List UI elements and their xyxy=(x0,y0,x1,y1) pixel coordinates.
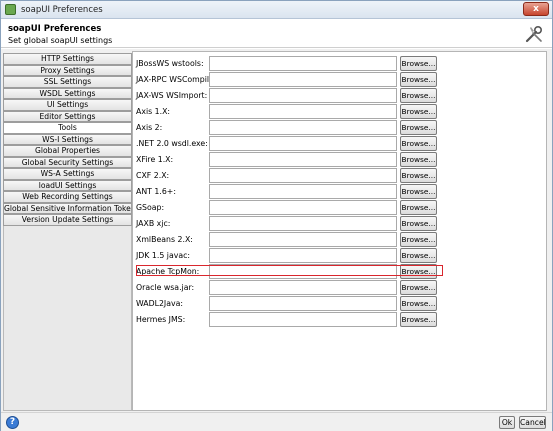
soapui-app-icon xyxy=(5,4,16,15)
sidebar-item-editor-settings[interactable]: Editor Settings xyxy=(3,110,132,122)
sidebar-item-wsdl-settings[interactable]: WSDL Settings xyxy=(3,87,132,99)
tool-path-field[interactable] xyxy=(209,72,397,87)
tool-path-field[interactable] xyxy=(209,280,397,295)
tool-row-axis2: Axis 2: Browse... xyxy=(133,120,548,136)
title-bar: soapUI Preferences x xyxy=(1,1,552,19)
tool-row-cxf: CXF 2.X: Browse... xyxy=(133,168,548,184)
tool-row-dotnet: .NET 2.0 wsdl.exe: Browse... xyxy=(133,136,548,152)
tool-row-jax-rpc: JAX-RPC WSCompile: Browse... xyxy=(133,72,548,88)
tool-path-field[interactable] xyxy=(209,136,397,151)
browse-button[interactable]: Browse... xyxy=(400,72,437,87)
tool-label: CXF 2.X: xyxy=(136,171,170,180)
browse-button[interactable]: Browse... xyxy=(400,216,437,231)
tool-path-field[interactable] xyxy=(209,152,397,167)
tool-label: .NET 2.0 wsdl.exe: xyxy=(136,139,208,148)
ok-button[interactable]: Ok xyxy=(499,416,515,429)
tool-path-field[interactable] xyxy=(209,216,397,231)
window-title: soapUI Preferences xyxy=(21,5,103,15)
browse-button[interactable]: Browse... xyxy=(400,312,437,327)
sidebar-item-tools[interactable]: Tools xyxy=(3,122,132,134)
header-title: soapUI Preferences xyxy=(8,24,102,34)
tool-label: Hermes JMS: xyxy=(136,315,186,324)
tool-path-field[interactable] xyxy=(209,168,397,183)
tool-row-jbossws: JBossWS wstools: Browse... xyxy=(133,56,548,72)
tool-row-ant: ANT 1.6+: Browse... xyxy=(133,184,548,200)
tool-label: XmlBeans 2.X: xyxy=(136,235,193,244)
browse-button[interactable]: Browse... xyxy=(400,120,437,135)
dialog-footer: ? Ok Cancel xyxy=(1,412,552,431)
sidebar-item-http-settings[interactable]: HTTP Settings xyxy=(3,53,132,65)
sidebar-item-global-security-settings[interactable]: Global Security Settings xyxy=(3,156,132,168)
tool-path-field[interactable] xyxy=(209,56,397,71)
sidebar-item-ws-i-settings[interactable]: WS-I Settings xyxy=(3,133,132,145)
browse-button[interactable]: Browse... xyxy=(400,88,437,103)
browse-button[interactable]: Browse... xyxy=(400,200,437,215)
tool-row-gsoap: GSoap: Browse... xyxy=(133,200,548,216)
tool-row-oracle-wsa: Oracle wsa.jar: Browse... xyxy=(133,280,548,296)
sidebar-item-loadui-settings[interactable]: loadUI Settings xyxy=(3,179,132,191)
sidebar-item-ui-settings[interactable]: UI Settings xyxy=(3,99,132,111)
tool-path-field[interactable] xyxy=(209,104,397,119)
tool-path-field[interactable] xyxy=(209,120,397,135)
cancel-button[interactable]: Cancel xyxy=(519,416,546,429)
tool-path-field[interactable] xyxy=(209,200,397,215)
help-icon[interactable]: ? xyxy=(6,416,19,429)
browse-button[interactable]: Browse... xyxy=(400,248,437,263)
tool-label: JDK 1.5 javac: xyxy=(136,251,191,260)
tool-path-field[interactable] xyxy=(209,232,397,247)
browse-button[interactable]: Browse... xyxy=(400,56,437,71)
browse-button[interactable]: Browse... xyxy=(400,232,437,247)
tool-row-xmlbeans: XmlBeans 2.X: Browse... xyxy=(133,232,548,248)
tool-row-xfire: XFire 1.X: Browse... xyxy=(133,152,548,168)
sidebar-empty-area xyxy=(3,225,132,411)
tool-label: JBossWS wstools: xyxy=(136,59,204,68)
highlight-box xyxy=(136,265,443,276)
sidebar-item-web-recording-settings[interactable]: Web Recording Settings xyxy=(3,191,132,203)
tool-row-wadl2java: WADL2Java: Browse... xyxy=(133,296,548,312)
tool-label: JAXB xjc: xyxy=(136,219,171,228)
tool-path-field[interactable] xyxy=(209,312,397,327)
tool-path-field[interactable] xyxy=(209,296,397,311)
browse-button[interactable]: Browse... xyxy=(400,104,437,119)
tool-path-field[interactable] xyxy=(209,88,397,103)
tool-label: Axis 1.X: xyxy=(136,107,171,116)
sidebar-item-global-sensitive-information-tokens[interactable]: Global Sensitive Information Tokens xyxy=(3,202,132,214)
settings-sidebar: HTTP Settings Proxy Settings SSL Setting… xyxy=(3,53,132,411)
tool-row-axis1: Axis 1.X: Browse... xyxy=(133,104,548,120)
tool-row-jdk-javac: JDK 1.5 javac: Browse... xyxy=(133,248,548,264)
browse-button[interactable]: Browse... xyxy=(400,152,437,167)
tool-label: WADL2Java: xyxy=(136,299,184,308)
browse-button[interactable]: Browse... xyxy=(400,184,437,199)
tool-label: XFire 1.X: xyxy=(136,155,174,164)
tool-path-field[interactable] xyxy=(209,248,397,263)
tool-path-field[interactable] xyxy=(209,184,397,199)
sidebar-item-ws-a-settings[interactable]: WS-A Settings xyxy=(3,168,132,180)
browse-button[interactable]: Browse... xyxy=(400,296,437,311)
tool-row-jaxb: JAXB xjc: Browse... xyxy=(133,216,548,232)
sidebar-item-ssl-settings[interactable]: SSL Settings xyxy=(3,76,132,88)
wrench-screwdriver-icon xyxy=(525,25,543,43)
tool-row-jax-ws: JAX-WS WSImport: Browse... xyxy=(133,88,548,104)
tool-label: ANT 1.6+: xyxy=(136,187,176,196)
close-button[interactable]: x xyxy=(523,2,549,16)
sidebar-item-version-update-settings[interactable]: Version Update Settings xyxy=(3,214,132,226)
header-subtitle: Set global soapUI settings xyxy=(8,36,113,45)
dialog-header: soapUI Preferences Set global soapUI set… xyxy=(1,20,552,48)
tools-panel: JBossWS wstools: Browse... JAX-RPC WSCom… xyxy=(132,51,547,411)
tool-label: JAX-WS WSImport: xyxy=(136,91,208,100)
sidebar-item-global-properties[interactable]: Global Properties xyxy=(3,145,132,157)
tool-label: GSoap: xyxy=(136,203,165,212)
browse-button[interactable]: Browse... xyxy=(400,136,437,151)
sidebar-item-proxy-settings[interactable]: Proxy Settings xyxy=(3,64,132,76)
browse-button[interactable]: Browse... xyxy=(400,280,437,295)
tool-label: Oracle wsa.jar: xyxy=(136,283,195,292)
tool-label: JAX-RPC WSCompile: xyxy=(136,75,217,84)
tool-row-hermes-jms: Hermes JMS: Browse... xyxy=(133,312,548,328)
preferences-window: soapUI Preferences x soapUI Preferences … xyxy=(0,0,553,431)
browse-button[interactable]: Browse... xyxy=(400,168,437,183)
tool-label: Axis 2: xyxy=(136,123,163,132)
